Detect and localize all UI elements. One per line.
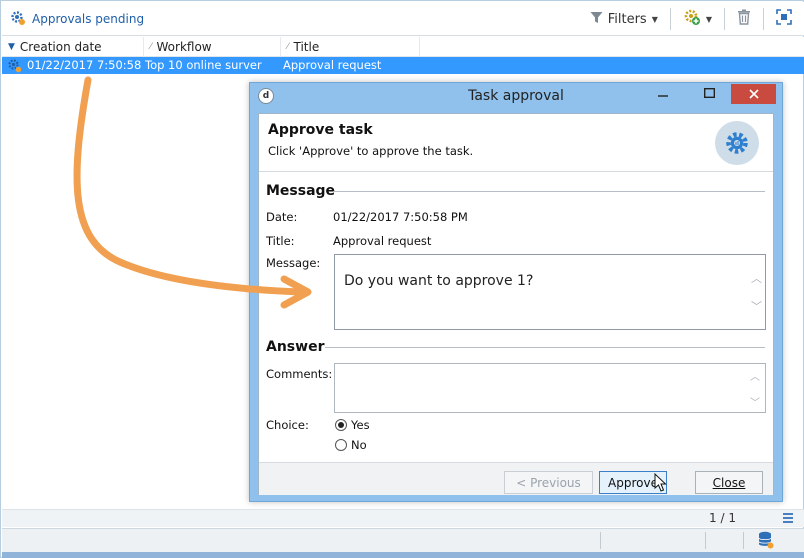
dialog-footer: < Previous Approve Close [259, 462, 773, 495]
comments-textarea[interactable]: ︿ ﹀ [334, 363, 766, 413]
column-header-creation-date[interactable]: ▼ Creation date [2, 37, 144, 57]
title-value: Approval request [333, 234, 432, 248]
approve-button[interactable]: Approve [599, 471, 667, 494]
close-button[interactable]: Close [695, 471, 763, 494]
minimize-icon[interactable] [648, 83, 678, 103]
section-divider [333, 191, 765, 192]
filters-button[interactable]: Filters ▼ [586, 7, 662, 31]
close-icon[interactable] [731, 84, 776, 104]
radio-selected-icon [335, 419, 347, 431]
chevron-down-icon: ▼ [651, 14, 658, 24]
trash-icon [737, 9, 751, 29]
status-divider [600, 532, 601, 549]
toolbar-separator [724, 8, 725, 30]
message-text: Do you want to approve 1? [344, 273, 534, 289]
toolbar-separator [763, 8, 764, 30]
dialog-header-title: Approve task [268, 122, 373, 138]
column-header-workflow[interactable]: ⁄ Workflow [144, 37, 281, 57]
choice-yes-radio[interactable]: Yes [335, 418, 370, 432]
choice-label: Choice: [266, 418, 309, 432]
maximize-icon[interactable] [694, 83, 724, 103]
sort-descending-icon: ▼ [8, 42, 15, 52]
column-header-title[interactable]: ⁄ Title [281, 37, 420, 57]
scroll-up-icon[interactable]: ︿ [750, 368, 760, 383]
fullscreen-button[interactable] [772, 7, 796, 31]
approvals-gear-icon [10, 10, 26, 29]
toolbar-separator [669, 8, 671, 30]
dialog-titlebar[interactable]: d Task approval [250, 83, 782, 109]
choice-no-label: No [351, 438, 367, 452]
window-bottom-edge [2, 552, 804, 558]
choice-yes-label: Yes [351, 418, 370, 432]
message-label: Message: [266, 256, 321, 270]
dialog-body: Approve task Click 'Approve' to approve … [258, 113, 774, 495]
sort-indicator-icon: ⁄ [150, 42, 152, 52]
database-icon[interactable] [758, 531, 774, 552]
status-divider [705, 532, 706, 549]
approvals-pending-link[interactable]: Approvals pending [10, 10, 144, 28]
task-gear-icon [7, 58, 23, 75]
radio-unselected-icon [335, 439, 347, 451]
status-bar [2, 528, 804, 552]
cell-title: Approval request [283, 58, 382, 72]
scroll-down-icon[interactable]: ﹀ [751, 298, 762, 314]
status-strip: 1 / 1 [2, 509, 804, 527]
date-label: Date: [266, 210, 298, 224]
delete-button[interactable] [733, 7, 755, 31]
table-row[interactable]: 01/22/2017 7:50:58 ... Top 10 online sur… [2, 57, 804, 74]
previous-button[interactable]: < Previous [504, 471, 593, 494]
new-workflow-button[interactable]: ▼ [679, 7, 716, 31]
message-scrollbar[interactable]: ︿ ﹀ [748, 256, 764, 328]
gear-add-icon [683, 8, 701, 30]
previous-label: Previous [530, 475, 581, 490]
approve-label: Approve [608, 475, 658, 490]
scroll-down-icon[interactable]: ﹀ [750, 394, 760, 409]
toolbar-title: Approvals pending [32, 12, 145, 26]
column-header-row: ▼ Creation date ⁄ Workflow ⁄ Title [2, 37, 804, 57]
close-label: Close [712, 475, 746, 490]
scroll-up-icon[interactable]: ︿ [751, 270, 762, 286]
comments-label: Comments: [266, 367, 333, 381]
date-value: 01/22/2017 7:50:58 PM [333, 210, 468, 224]
list-menu-icon[interactable] [782, 512, 794, 527]
section-divider [325, 347, 765, 348]
task-approval-dialog: d Task approval Approve task Click 'Appr… [249, 82, 783, 502]
cell-creation-date: 01/22/2017 7:50:58 ... [27, 58, 142, 72]
choice-no-radio[interactable]: No [335, 438, 367, 452]
title-label: Title: [266, 234, 295, 248]
funnel-icon [590, 11, 603, 28]
toolbar: Approvals pending Filters ▼ ▼ [2, 2, 804, 36]
answer-section-title: Answer [266, 339, 325, 355]
pager-label: 1 / 1 [709, 511, 736, 525]
cell-workflow: Top 10 online surver [145, 58, 262, 72]
sort-indicator-icon: ⁄ [287, 42, 289, 52]
status-divider [743, 532, 744, 549]
filters-label: Filters [607, 11, 647, 27]
chevron-down-icon: ▼ [705, 14, 712, 24]
dialog-header-subtitle: Click 'Approve' to approve the task. [268, 144, 474, 158]
expand-icon [776, 9, 792, 29]
message-textbox[interactable]: Do you want to approve 1? ︿ ﹀ [334, 254, 766, 330]
message-section-title: Message [266, 183, 336, 199]
approval-gear-icon [715, 121, 759, 165]
toolbar-actions: Filters ▼ ▼ [586, 7, 796, 31]
dialog-header: Approve task Click 'Approve' to approve … [259, 114, 773, 172]
